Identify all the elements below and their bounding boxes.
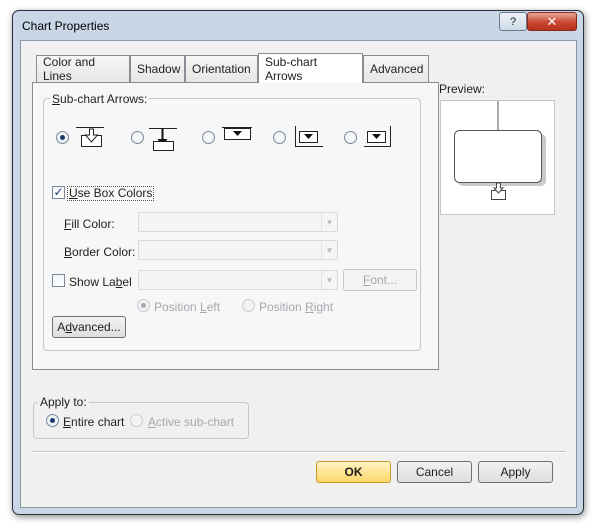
font-button[interactable]: Font... [343,269,417,291]
position-right-radio[interactable] [242,299,255,312]
show-label-select[interactable]: ▼ [138,270,338,290]
apply-to-group-label: Apply to: [38,395,89,409]
tab-label: Shadow [137,62,181,76]
triangle-box-bracket-icon[interactable] [294,126,324,148]
tab-label: Sub-chart Arrows [265,54,318,83]
position-left-radio[interactable] [137,299,150,312]
close-icon: ✕ [546,13,558,29]
separator [32,451,566,453]
preview-panel [440,100,555,215]
use-box-colors-label[interactable]: Use Box Colors [67,186,155,201]
preview-label: Preview: [439,82,486,96]
close-button[interactable]: ✕ [527,12,577,31]
fill-color-label: Fill Color: [64,217,115,231]
arrow-style-radio-2[interactable] [131,131,144,144]
help-button[interactable]: ? [499,12,527,31]
help-icon: ? [509,15,517,28]
apply-button[interactable]: Apply [478,461,553,483]
open-arrow-box-icon[interactable] [76,126,104,148]
show-label-label[interactable]: Show Label [69,275,132,289]
entire-chart-radio[interactable] [46,414,59,427]
sub-chart-arrows-group-label: Sub-chart Arrows: [50,92,150,106]
position-left-label: Position Left [154,300,221,314]
arrow-style-radio-3[interactable] [202,131,215,144]
tab-label: Color and Lines [43,55,96,83]
active-sub-chart-label: Active sub-chart [148,415,235,429]
tab-color-and-lines[interactable]: Color and Lines [36,55,130,83]
ok-button[interactable]: OK [316,461,391,483]
tab-label: Advanced [370,62,424,76]
border-color-select[interactable]: ▼ [138,240,338,260]
chevron-down-icon: ▼ [321,213,337,231]
arrow-style-radio-1[interactable] [56,131,69,144]
active-sub-chart-radio[interactable] [130,414,143,427]
entire-chart-label[interactable]: Entire chart [63,415,124,429]
triangle-box-corner-icon[interactable] [364,126,392,148]
triangle-box-top-icon[interactable] [222,126,252,142]
arrow-style-radio-5[interactable] [344,131,357,144]
show-label-checkbox[interactable] [52,274,65,287]
advanced-button[interactable]: Ad vanced... [52,316,126,338]
tab-sub-chart-arrows[interactable]: Sub-chart Arrows [258,53,363,83]
chevron-down-icon: ▼ [321,271,337,289]
tab-shadow[interactable]: Shadow [130,55,185,82]
border-color-label: Border Color: [64,245,136,259]
use-box-colors-checkbox[interactable]: ✓ [52,186,65,199]
position-right-label: Position Right [259,300,334,314]
tab-label: Orientation [192,62,251,76]
arrow-style-radio-4[interactable] [273,131,286,144]
preview-chart-icon [454,101,546,200]
tab-orientation[interactable]: Orientation [185,55,258,82]
tab-advanced[interactable]: Advanced [363,55,429,82]
fill-color-select[interactable]: ▼ [138,212,338,232]
solid-arrow-line-box-icon[interactable] [149,124,177,152]
cancel-button[interactable]: Cancel [397,461,472,483]
chevron-down-icon: ▼ [321,241,337,259]
dialog-title: Chart Properties [22,19,110,33]
